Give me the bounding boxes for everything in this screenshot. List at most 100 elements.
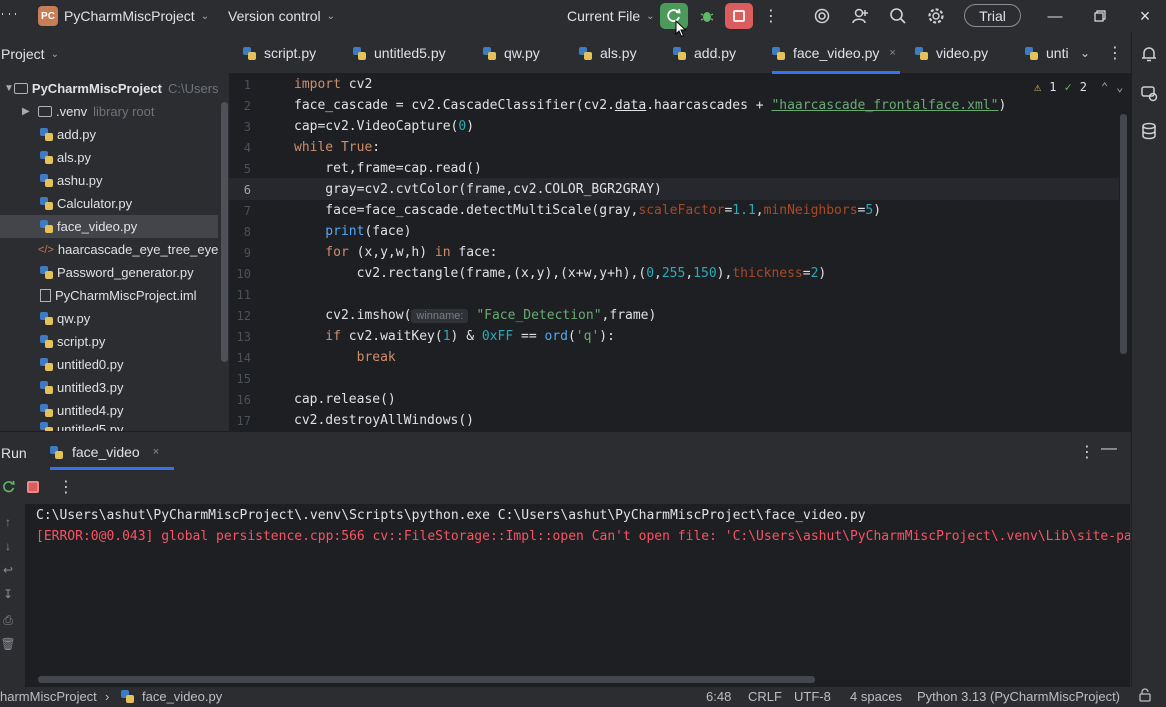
tree-item-file[interactable]: PyCharmMiscProject.iml [0, 284, 218, 307]
project-panel-header[interactable]: Project ⌄ [1, 46, 59, 62]
tab-als[interactable]: als.py [579, 32, 637, 74]
tree-item-file-partial[interactable]: untitled5.py [0, 422, 218, 431]
console-horizontal-scrollbar[interactable] [38, 676, 815, 683]
code-line: for (x,y,w,h) in face: [294, 245, 498, 260]
gear-icon[interactable] [922, 3, 950, 29]
notifications-icon[interactable] [1140, 45, 1158, 66]
close-tab-icon[interactable]: × [153, 446, 159, 458]
tab-add[interactable]: add.py [673, 32, 736, 74]
tree-item-file[interactable]: untitled0.py [0, 353, 218, 376]
editor-scrollbar[interactable] [1120, 114, 1127, 354]
python-file-icon [40, 197, 53, 210]
console-error-line: [ERROR:0@0.043] global persistence.cpp:5… [36, 529, 1130, 544]
soft-wrap-icon[interactable]: ↩ [0, 562, 16, 578]
tab-script[interactable]: script.py [243, 32, 316, 74]
console-output[interactable]: C:\Users\ashut\PyCharmMiscProject\.venv\… [25, 504, 1130, 688]
tree-item-label: untitled4.py [57, 403, 124, 418]
check-icon: ✓ [1064, 80, 1072, 94]
run-panel-title: Run [1, 445, 27, 461]
arrow-up-icon[interactable]: ↑ [0, 514, 16, 530]
tab-label: qw.py [504, 45, 540, 61]
close-tab-icon[interactable]: × [889, 47, 895, 59]
tree-item-file[interactable]: add.py [0, 123, 218, 146]
project-switcher[interactable]: PC PyCharmMiscProject ⌄ [38, 6, 209, 26]
tree-item-file-selected[interactable]: face_video.py [0, 215, 218, 238]
print-icon[interactable]: ⎙ [0, 612, 16, 628]
tab-label: add.py [694, 45, 737, 61]
tree-item-file[interactable]: untitled3.py [0, 376, 218, 399]
python-file-icon [50, 445, 63, 459]
chevron-down-icon: ▼ [4, 83, 14, 94]
tree-item-project-root[interactable]: ▼ PyCharmMiscProject C:\Users [0, 77, 218, 100]
code-line: while True: [294, 140, 381, 155]
tree-item-file[interactable]: qw.py [0, 307, 218, 330]
chevron-down-icon[interactable]: ⌄ [1116, 80, 1123, 94]
code-line: if cv2.waitKey(1) & 0xFF == ord('q'): [294, 329, 615, 344]
close-icon[interactable]: × [1135, 6, 1155, 26]
run-more-options-icon[interactable]: ⋮ [1079, 442, 1095, 462]
search-icon[interactable] [884, 3, 912, 29]
debug-button[interactable] [693, 3, 721, 29]
tree-item-path: C:\Users [167, 81, 218, 96]
more-actions-icon[interactable]: ⋮ [58, 477, 74, 497]
database-icon[interactable] [1140, 122, 1158, 143]
python-file-icon [40, 422, 53, 431]
tab-unti[interactable]: unti [1025, 32, 1069, 74]
minimize-icon[interactable]: — [1045, 6, 1065, 26]
code-editor[interactable]: ⚠ 1 ✓ 2 ⌃ ⌄ 1 2 3 4 5 6 7 8 9 10 11 12 1… [229, 74, 1131, 431]
code-line: cap=cv2.VideoCapture(0) [294, 119, 475, 134]
inspection-widget[interactable]: ⚠ 1 ✓ 2 ⌃ ⌄ [1034, 80, 1123, 94]
folder-icon [38, 106, 52, 117]
indent-setting[interactable]: 4 spaces [850, 689, 902, 704]
breadcrumb-file-label: face_video.py [142, 689, 223, 704]
version-control-menu[interactable]: Version control ⌄ [228, 8, 335, 24]
code-line: cv2.rectangle(frame,(x,y),(x+w,y+h),(0,2… [294, 266, 827, 281]
tab-list-chevron-icon[interactable]: ⌄ [1080, 32, 1090, 74]
scroll-to-end-icon[interactable]: ↧ [0, 586, 16, 602]
tab-label: script.py [264, 45, 317, 61]
tab-face-video[interactable]: face_video.py × [772, 32, 900, 74]
caret-position[interactable]: 6:48 [706, 689, 731, 704]
code-line: cv2.imshow(winname: "Face_Detection",fra… [294, 308, 657, 323]
maximize-icon[interactable] [1090, 6, 1110, 26]
tree-item-file[interactable]: untitled4.py [0, 399, 218, 422]
breadcrumb-file[interactable]: face_video.py [121, 689, 222, 704]
run-toolbar: ⋮ [0, 472, 1131, 504]
tree-item-file[interactable]: Calculator.py [0, 192, 218, 215]
ai-chat-icon[interactable] [1140, 84, 1158, 105]
ai-assistant-icon[interactable] [808, 3, 836, 29]
tab-untitled5[interactable]: untitled5.py [353, 32, 446, 74]
tab-more-options-icon[interactable]: ⋮ [1107, 32, 1123, 74]
minimize-panel-icon[interactable]: — [1101, 440, 1117, 458]
tree-item-file[interactable]: Password_generator.py [0, 261, 218, 284]
tab-qw[interactable]: qw.py [483, 32, 540, 74]
stop-icon[interactable] [27, 481, 39, 493]
lock-icon[interactable] [1138, 688, 1152, 705]
trash-icon[interactable]: 🗑 [0, 636, 16, 652]
stop-button[interactable] [725, 3, 753, 29]
module-file-icon [40, 289, 51, 302]
tree-item-venv[interactable]: ▶ .venv library root [0, 100, 218, 123]
arrow-down-icon[interactable]: ↓ [0, 538, 16, 554]
rerun-icon[interactable] [2, 480, 16, 497]
line-separator[interactable]: CRLF [748, 689, 782, 704]
main-menu-icon[interactable] [2, 8, 17, 22]
python-interpreter[interactable]: Python 3.13 (PyCharmMiscProject) [917, 689, 1120, 704]
run-tab-face-video[interactable]: face_video × [50, 432, 175, 472]
line-number: 12 [236, 309, 251, 323]
python-file-icon [40, 128, 53, 141]
project-badge: PC [38, 6, 58, 26]
tab-video[interactable]: video.py [915, 32, 988, 74]
chevron-up-icon[interactable]: ⌃ [1101, 80, 1108, 94]
more-actions-icon[interactable]: ⋮ [757, 3, 785, 29]
trial-button[interactable]: Trial [964, 4, 1021, 27]
tree-item-file[interactable]: script.py [0, 330, 218, 353]
tree-item-file[interactable]: ashu.py [0, 169, 218, 192]
project-tree-scrollbar[interactable] [221, 102, 228, 362]
run-configuration-selector[interactable]: Current File ⌄ [567, 8, 655, 24]
add-user-icon[interactable] [846, 3, 874, 29]
tree-item-file[interactable]: als.py [0, 146, 218, 169]
breadcrumb-project[interactable]: harmMiscProject [0, 689, 97, 704]
file-encoding[interactable]: UTF-8 [794, 689, 831, 704]
tree-item-file[interactable]: </> haarcascade_eye_tree_eyegla [0, 238, 218, 261]
